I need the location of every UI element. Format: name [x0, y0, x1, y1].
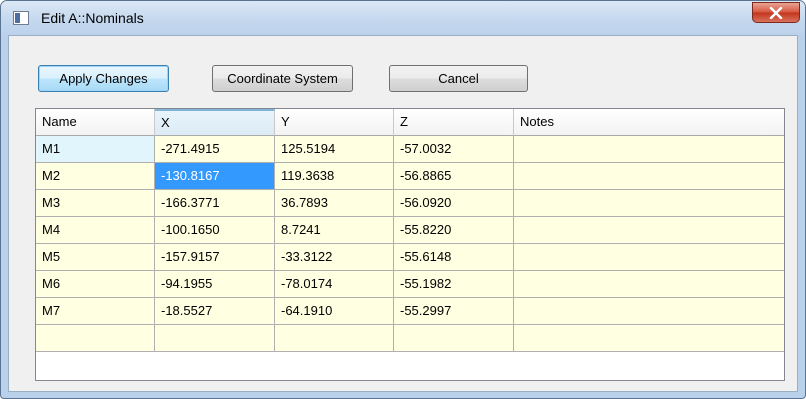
new-row-cell-notes[interactable]: [514, 325, 784, 352]
cell-x[interactable]: -271.4915: [155, 136, 275, 163]
window-title: Edit A::Nominals: [41, 10, 144, 26]
cell-z[interactable]: -56.0920: [394, 190, 514, 217]
column-header-z[interactable]: Z: [394, 109, 514, 136]
column-header-x[interactable]: X: [155, 109, 275, 136]
new-row-cell-name[interactable]: [36, 325, 155, 352]
edit-nominals-dialog: Edit A::Nominals Apply Changes Coordinat…: [0, 0, 806, 399]
new-row-cell-z[interactable]: [394, 325, 514, 352]
cancel-button[interactable]: Cancel: [389, 65, 528, 92]
cell-x[interactable]: -100.1650: [155, 217, 275, 244]
window-app-icon: [13, 11, 29, 25]
cell-x[interactable]: -18.5527: [155, 298, 275, 325]
column-header-notes[interactable]: Notes: [514, 109, 784, 136]
cell-z[interactable]: -55.1982: [394, 271, 514, 298]
cell-name[interactable]: M4: [36, 217, 155, 244]
cell-x[interactable]: -166.3771: [155, 190, 275, 217]
cell-name[interactable]: M2: [36, 163, 155, 190]
cell-z[interactable]: -55.8220: [394, 217, 514, 244]
cell-notes[interactable]: [514, 163, 784, 190]
cell-x-selected[interactable]: -130.8167: [155, 163, 275, 190]
cell-y[interactable]: -64.1910: [275, 298, 394, 325]
column-header-y[interactable]: Y: [275, 109, 394, 136]
column-header-name[interactable]: Name: [36, 109, 155, 136]
new-row-cell-x[interactable]: [155, 325, 275, 352]
cell-y[interactable]: -78.0174: [275, 271, 394, 298]
dialog-client-area: Apply Changes Coordinate System Cancel N…: [8, 35, 798, 392]
cell-x[interactable]: -94.1955: [155, 271, 275, 298]
cell-z[interactable]: -56.8865: [394, 163, 514, 190]
cell-name[interactable]: M5: [36, 244, 155, 271]
apply-changes-button[interactable]: Apply Changes: [38, 65, 169, 92]
cell-notes[interactable]: [514, 190, 784, 217]
nominals-grid[interactable]: Name X Y Z Notes M1 -271.4915 125.5194 -…: [35, 108, 785, 381]
cell-notes[interactable]: [514, 217, 784, 244]
title-bar[interactable]: Edit A::Nominals: [1, 1, 805, 35]
coordinate-system-button[interactable]: Coordinate System: [212, 65, 353, 92]
cell-name[interactable]: M6: [36, 271, 155, 298]
cell-x[interactable]: -157.9157: [155, 244, 275, 271]
cell-notes[interactable]: [514, 298, 784, 325]
cell-z[interactable]: -55.6148: [394, 244, 514, 271]
cell-y[interactable]: 36.7893: [275, 190, 394, 217]
cell-name[interactable]: M1: [36, 136, 155, 163]
cell-name[interactable]: M3: [36, 190, 155, 217]
grid-body: Name X Y Z Notes M1 -271.4915 125.5194 -…: [36, 109, 784, 352]
cell-notes[interactable]: [514, 244, 784, 271]
cell-name[interactable]: M7: [36, 298, 155, 325]
new-row-cell-y[interactable]: [275, 325, 394, 352]
cell-z[interactable]: -57.0032: [394, 136, 514, 163]
cell-notes[interactable]: [514, 271, 784, 298]
cell-y[interactable]: 8.7241: [275, 217, 394, 244]
close-button[interactable]: [752, 2, 800, 23]
cell-y[interactable]: 125.5194: [275, 136, 394, 163]
cell-notes[interactable]: [514, 136, 784, 163]
cell-z[interactable]: -55.2997: [394, 298, 514, 325]
cell-y[interactable]: -33.3122: [275, 244, 394, 271]
cell-y[interactable]: 119.3638: [275, 163, 394, 190]
close-icon: [769, 6, 783, 19]
